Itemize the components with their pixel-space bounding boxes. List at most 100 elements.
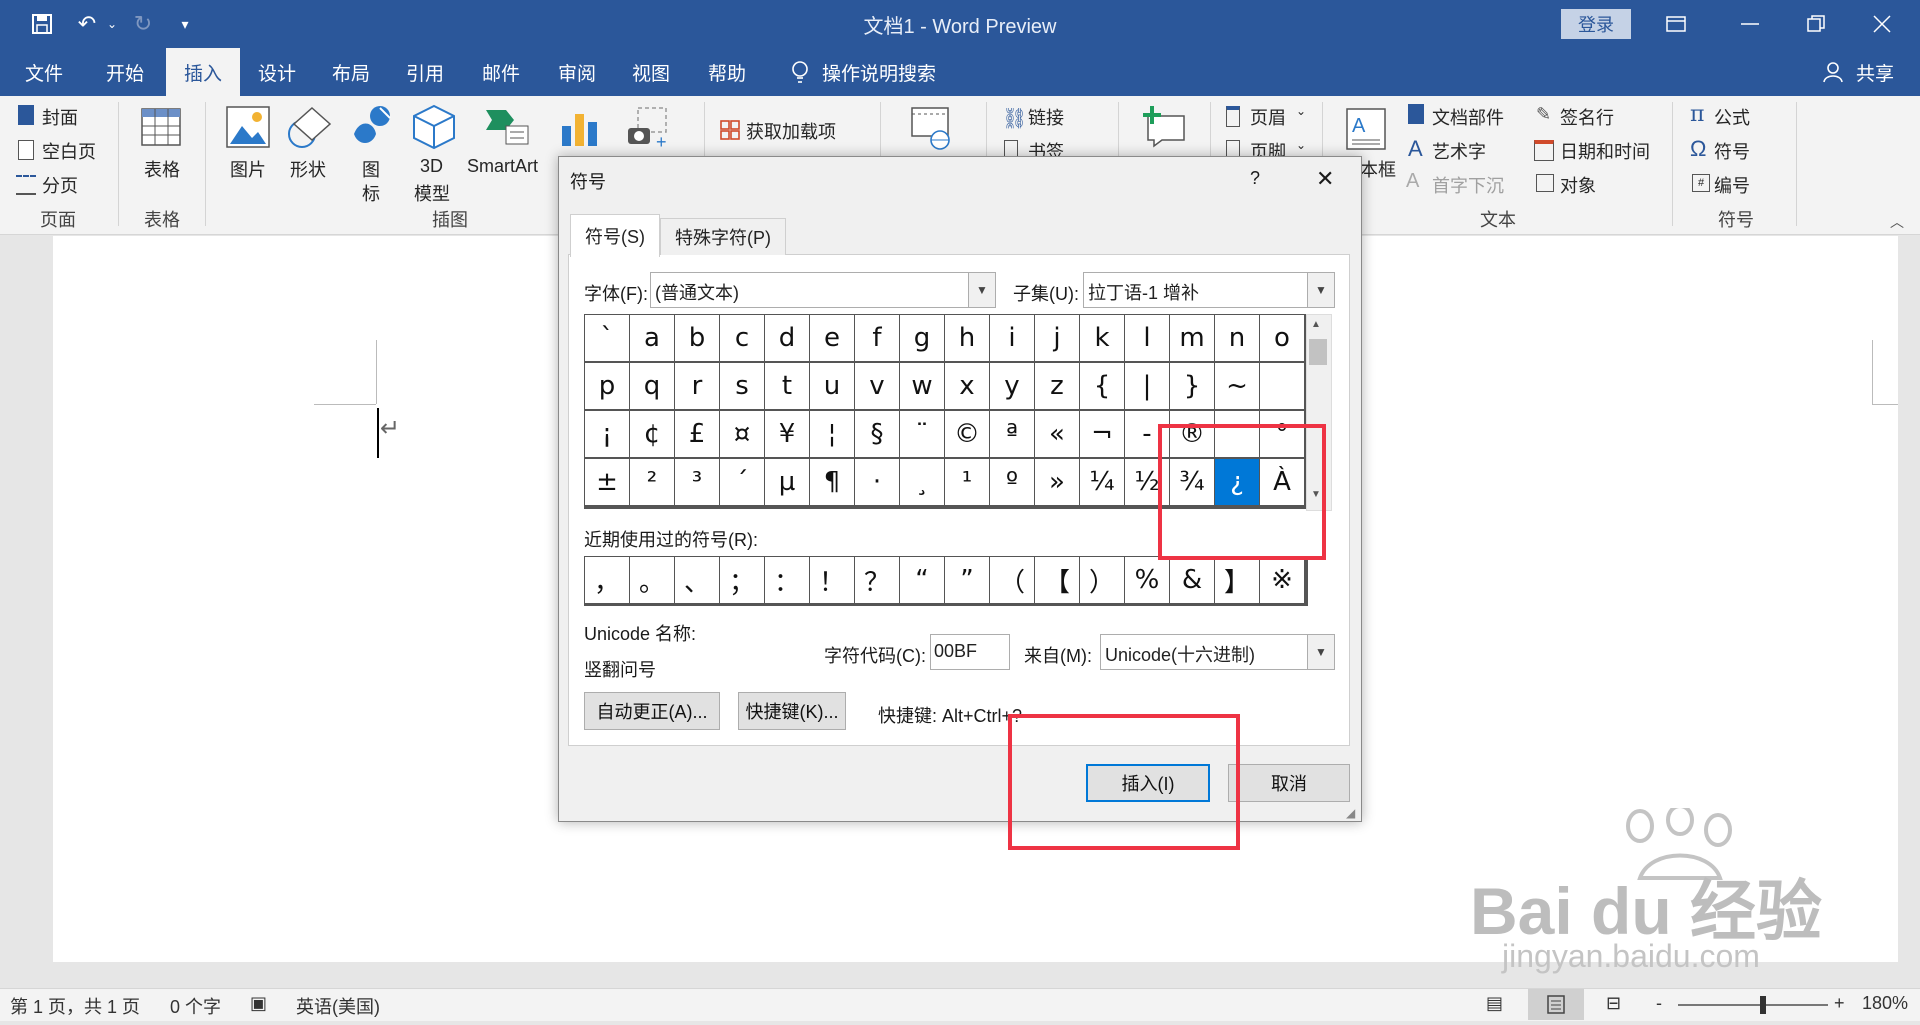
minimize-icon[interactable]: [1720, 0, 1780, 48]
symbol-cell[interactable]: q: [630, 363, 674, 409]
symbol-cell[interactable]: º: [990, 459, 1034, 505]
recent-symbol-cell[interactable]: ：: [765, 557, 809, 603]
print-layout-icon[interactable]: [1528, 989, 1584, 1020]
symbol-cell[interactable]: ¼: [1080, 459, 1124, 505]
icons-button-line1[interactable]: 图: [362, 156, 380, 182]
symbol-cell[interactable]: ²: [630, 459, 674, 505]
symbol-cell[interactable]: n: [1215, 315, 1259, 361]
scrollbar-thumb[interactable]: [1309, 339, 1327, 365]
header-dropdown-icon[interactable]: ⌄: [1296, 104, 1306, 118]
symbol-cell[interactable]: y: [990, 363, 1034, 409]
symbol-cell[interactable]: ±: [585, 459, 629, 505]
dialog-help-button[interactable]: ?: [1250, 168, 1260, 189]
symbol-cell[interactable]: }: [1170, 363, 1214, 409]
symbol-cell[interactable]: l: [1125, 315, 1169, 361]
smartart-button[interactable]: SmartArt: [467, 156, 538, 177]
zoom-out-button[interactable]: -: [1656, 993, 1662, 1014]
scroll-up-icon[interactable]: ▲: [1311, 319, 1321, 330]
subset-select[interactable]: 拉丁语-1 增补 ▼: [1083, 272, 1335, 308]
recent-symbol-cell[interactable]: ，: [585, 557, 629, 603]
symbol-cell[interactable]: «: [1035, 411, 1079, 457]
zoom-slider[interactable]: [1678, 1004, 1828, 1006]
char-code-input[interactable]: 00BF: [930, 634, 1010, 670]
get-addins-button[interactable]: 获取加载项: [746, 118, 836, 144]
recent-symbol-cell[interactable]: “: [900, 557, 944, 603]
symbol-cell[interactable]: ¦: [810, 411, 854, 457]
symbol-cell[interactable]: f: [855, 315, 899, 361]
symbol-cell[interactable]: ¨: [900, 411, 944, 457]
tab-help[interactable]: 帮助: [690, 48, 764, 96]
symbol-cell[interactable]: x: [945, 363, 989, 409]
recent-symbol-cell[interactable]: ”: [945, 557, 989, 603]
cancel-button[interactable]: 取消: [1228, 764, 1350, 802]
zoom-slider-thumb[interactable]: [1760, 996, 1766, 1014]
close-window-icon[interactable]: [1852, 0, 1912, 48]
symbol-cell[interactable]: h: [945, 315, 989, 361]
symbol-cell[interactable]: c: [720, 315, 764, 361]
proofing-icon[interactable]: ▣: [250, 993, 267, 1014]
symbol-cell[interactable]: ¬: [1080, 411, 1124, 457]
symbol-cell[interactable]: t: [765, 363, 809, 409]
symbol-button[interactable]: 符号: [1714, 138, 1750, 164]
ribbon-display-icon[interactable]: [1646, 0, 1706, 48]
footer-dropdown-icon[interactable]: ⌄: [1296, 138, 1306, 152]
symbol-cell[interactable]: ¸: [900, 459, 944, 505]
recent-symbol-cell[interactable]: ）: [1080, 557, 1124, 603]
symbol-cell[interactable]: a: [630, 315, 674, 361]
symbol-cell[interactable]: ¹: [945, 459, 989, 505]
equation-button[interactable]: 公式: [1714, 104, 1750, 130]
signature-line-button[interactable]: 签名行: [1560, 104, 1614, 130]
symbol-cell[interactable]: |: [1125, 363, 1169, 409]
symbol-cell[interactable]: ©: [945, 411, 989, 457]
person-icon[interactable]: [1818, 48, 1848, 96]
cover-page-button[interactable]: 封面: [42, 104, 78, 130]
symbol-cell[interactable]: ¶: [810, 459, 854, 505]
symbol-cell[interactable]: ¥: [765, 411, 809, 457]
symbol-cell[interactable]: u: [810, 363, 854, 409]
share-button[interactable]: 共享: [1850, 48, 1900, 96]
blank-page-button[interactable]: 空白页: [42, 138, 96, 164]
language-status[interactable]: 英语(美国): [296, 993, 380, 1019]
tab-review[interactable]: 审阅: [540, 48, 614, 96]
picture-button[interactable]: 图片: [230, 156, 266, 182]
autocorrect-button[interactable]: 自动更正(A)...: [584, 692, 720, 730]
symbol-cell[interactable]: g: [900, 315, 944, 361]
table-button[interactable]: 表格: [144, 156, 180, 182]
symbol-cell[interactable]: `: [585, 315, 629, 361]
recent-symbol-cell[interactable]: ※: [1260, 557, 1304, 603]
symbol-cell[interactable]: ³: [675, 459, 719, 505]
restore-icon[interactable]: [1786, 0, 1846, 48]
date-time-button[interactable]: 日期和时间: [1560, 138, 1650, 164]
symbol-cell[interactable]: §: [855, 411, 899, 457]
symbol-cell[interactable]: j: [1035, 315, 1079, 361]
tab-file[interactable]: 文件: [8, 48, 80, 96]
symbol-cell[interactable]: ª: [990, 411, 1034, 457]
quick-parts-button[interactable]: 文档部件: [1432, 104, 1504, 130]
from-select[interactable]: Unicode(十六进制) ▼: [1100, 634, 1335, 670]
symbol-cell[interactable]: ´: [720, 459, 764, 505]
login-button[interactable]: 登录: [1561, 9, 1631, 39]
link-button[interactable]: 链接: [1028, 104, 1064, 130]
zoom-in-button[interactable]: +: [1834, 993, 1845, 1014]
symbol-cell[interactable]: w: [900, 363, 944, 409]
3d-model-button-line1[interactable]: 3D: [420, 156, 443, 177]
recent-symbol-cell[interactable]: （: [990, 557, 1034, 603]
web-layout-icon[interactable]: ⊟: [1606, 993, 1621, 1014]
lightbulb-icon[interactable]: [780, 48, 820, 96]
symbol-cell[interactable]: z: [1035, 363, 1079, 409]
recent-symbol-cell[interactable]: 。: [630, 557, 674, 603]
resize-grip-icon[interactable]: ◢: [1346, 806, 1355, 820]
tab-insert[interactable]: 插入: [166, 48, 240, 96]
page-count[interactable]: 第 1 页，共 1 页: [10, 993, 140, 1019]
symbol-cell[interactable]: d: [765, 315, 809, 361]
symbol-cell[interactable]: ¤: [720, 411, 764, 457]
textbox-button[interactable]: 本框: [1360, 156, 1396, 182]
3d-model-button-line2[interactable]: 模型: [414, 180, 450, 206]
tab-mailings[interactable]: 邮件: [464, 48, 538, 96]
recent-symbol-cell[interactable]: 、: [675, 557, 719, 603]
symbol-cell[interactable]: ~: [1215, 363, 1259, 409]
symbol-cell[interactable]: £: [675, 411, 719, 457]
recent-symbol-cell[interactable]: ；: [720, 557, 764, 603]
recent-symbol-cell[interactable]: 】: [1215, 557, 1259, 603]
tab-symbols[interactable]: 符号(S): [570, 214, 660, 257]
